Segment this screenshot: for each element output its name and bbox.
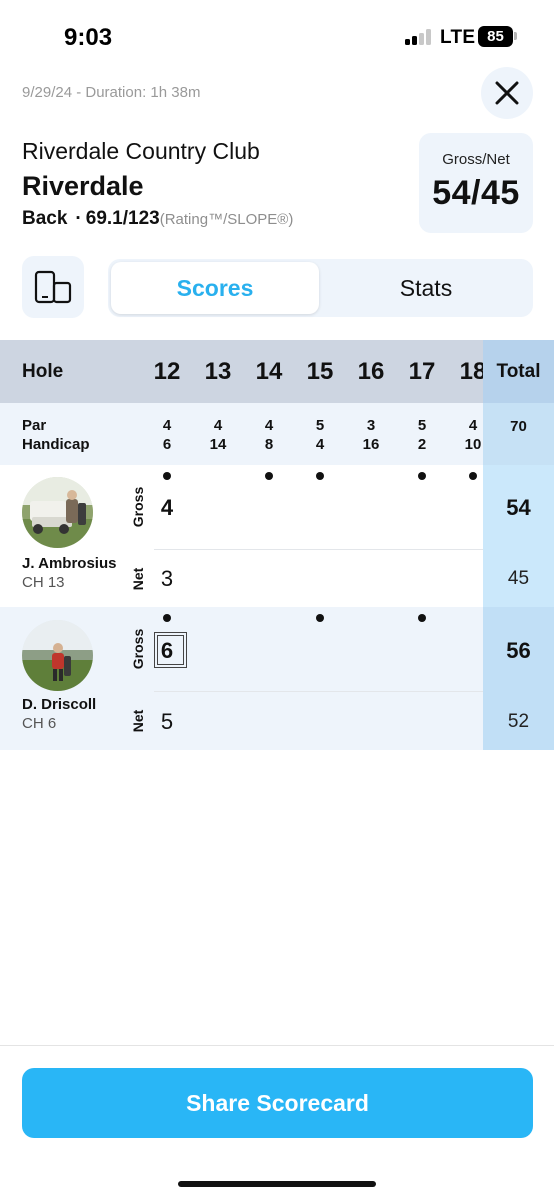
- gross-net-value: 54/45: [432, 174, 520, 212]
- stroke-dot: [418, 472, 426, 480]
- stroke-dot: [163, 614, 171, 622]
- close-icon: [495, 81, 519, 105]
- gross-total: 54: [506, 495, 531, 520]
- player-row[interactable]: D. Driscoll CH 6 Gross Net 6 5: [0, 607, 554, 750]
- handicap-value: 14: [209, 436, 227, 453]
- handicap-value: 2: [417, 436, 427, 453]
- rating-label: (Rating™/SLOPE®): [159, 211, 294, 228]
- tab-scores[interactable]: Scores: [111, 262, 319, 314]
- gross-net-summary: Gross/Net 54/45: [419, 133, 533, 233]
- gross-total: 56: [506, 638, 531, 663]
- par-value: 4: [162, 417, 172, 434]
- par-label: Par: [22, 417, 47, 434]
- status-bar: 9:03 LTE 85: [0, 0, 554, 70]
- avatar: [22, 477, 93, 548]
- net-score: 5: [160, 709, 174, 734]
- hole-number: 16: [357, 358, 385, 385]
- tee-name: Back: [22, 208, 68, 229]
- stroke-dot: [418, 614, 426, 622]
- par-value: 4: [264, 417, 274, 434]
- network-label: LTE: [440, 27, 476, 48]
- status-time: 9:03: [64, 24, 113, 51]
- course-name: Riverdale Country Club: [22, 138, 260, 164]
- par-value: 5: [315, 417, 325, 434]
- net-label: Net: [130, 567, 146, 591]
- par-total-cell: 70: [483, 403, 554, 465]
- handicap-label: Handicap: [22, 436, 90, 453]
- stroke-dot: [316, 472, 324, 480]
- player-total-cell: 54 45: [483, 465, 554, 607]
- signal-icon: [405, 29, 433, 45]
- handicap-value: 16: [362, 436, 380, 453]
- hole-number: 17: [408, 358, 436, 385]
- gross-net-label: Gross/Net: [442, 151, 510, 168]
- player-course-handicap: CH 6: [22, 715, 57, 732]
- net-total: 45: [507, 568, 530, 589]
- player-name: J. Ambrosius: [22, 555, 117, 572]
- par-value: 5: [417, 417, 427, 434]
- battery-icon: 85: [478, 26, 513, 47]
- stroke-dot: [469, 472, 477, 480]
- player-row[interactable]: J. Ambrosius CH 13 Gross Net 4 3: [0, 465, 554, 607]
- gross-score[interactable]: 6: [147, 638, 187, 664]
- stroke-dot: [163, 472, 171, 480]
- close-button[interactable]: [481, 67, 533, 119]
- hole-number: 15: [306, 358, 334, 385]
- net-label: Net: [130, 709, 146, 733]
- share-scorecard-button[interactable]: Share Scorecard: [22, 1068, 533, 1138]
- total-header-label: Total: [496, 361, 541, 382]
- par-total: 70: [510, 418, 527, 435]
- gross-label: Gross: [130, 486, 146, 528]
- hole-header-row: Hole 12 13 14 15 16 17 18: [0, 340, 554, 403]
- course-rating: 69.1/123: [85, 208, 160, 229]
- row-divider: [154, 691, 483, 692]
- net-total: 52: [507, 711, 530, 732]
- home-indicator[interactable]: [178, 1181, 376, 1187]
- device-layout-icon: [34, 270, 72, 304]
- handicap-value: 8: [264, 436, 274, 453]
- stroke-dot: [316, 614, 324, 622]
- tee-info: Back · 69.1/123(Rating™/SLOPE®): [22, 208, 293, 230]
- tee-separator: ·: [75, 208, 82, 229]
- hole-number: 14: [255, 358, 283, 385]
- stroke-dot: [265, 472, 273, 480]
- par-value: 4: [213, 417, 223, 434]
- player-total-cell: 56 52: [483, 607, 554, 750]
- course-layout-name: Riverdale: [22, 171, 144, 201]
- view-segmented-control: Scores Stats: [108, 259, 533, 317]
- avatar: [22, 620, 93, 691]
- device-layout-button[interactable]: [22, 256, 84, 318]
- handicap-value: 6: [162, 436, 172, 453]
- footer-divider: [0, 1045, 554, 1046]
- round-meta: 9/29/24 - Duration: 1h 38m: [22, 84, 201, 101]
- gross-score[interactable]: 4: [147, 495, 187, 521]
- player-course-handicap: CH 13: [22, 574, 65, 591]
- total-header: Total: [483, 340, 554, 403]
- battery-nub: [514, 32, 517, 40]
- gross-label: Gross: [130, 628, 146, 670]
- row-divider: [154, 549, 483, 550]
- scorecard[interactable]: Hole 12 13 14 15 16 17 18 Total Par Hand…: [0, 340, 554, 750]
- par-value: 3: [366, 417, 376, 434]
- player-name: D. Driscoll: [22, 696, 97, 713]
- net-score: 3: [160, 566, 174, 591]
- hole-number: 13: [204, 358, 232, 385]
- handicap-value: 4: [315, 436, 325, 453]
- hole-number: 12: [153, 358, 181, 385]
- hole-header-label: Hole: [22, 361, 64, 382]
- par-handicap-row: Par Handicap 4 4 4 5 3 5 4 6 14 8 4 16 2…: [0, 403, 554, 465]
- tab-stats[interactable]: Stats: [322, 262, 530, 314]
